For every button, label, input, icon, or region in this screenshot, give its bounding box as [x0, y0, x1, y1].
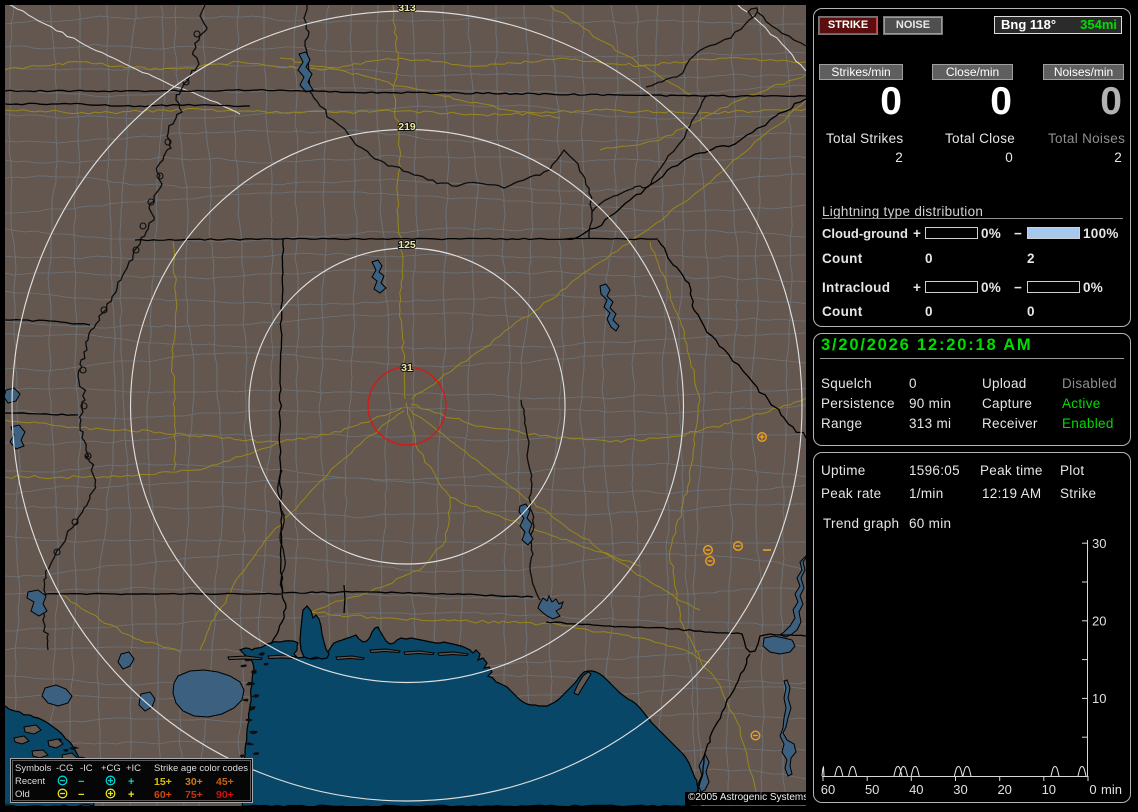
svg-text:125: 125	[398, 239, 416, 251]
svg-text:20: 20	[997, 782, 1011, 797]
svg-text:min: min	[1101, 782, 1122, 797]
svg-text:0: 0	[1089, 782, 1096, 797]
svg-text:219: 219	[398, 121, 416, 133]
svg-text:10: 10	[1092, 691, 1106, 706]
svg-text:30: 30	[953, 782, 967, 797]
svg-text:30: 30	[1092, 536, 1106, 551]
svg-text:60: 60	[821, 782, 835, 797]
svg-text:313: 313	[398, 5, 416, 14]
svg-text:10: 10	[1042, 782, 1056, 797]
svg-text:20: 20	[1092, 614, 1106, 629]
svg-text:40: 40	[909, 782, 923, 797]
svg-text:50: 50	[865, 782, 879, 797]
svg-text:31: 31	[401, 362, 413, 374]
